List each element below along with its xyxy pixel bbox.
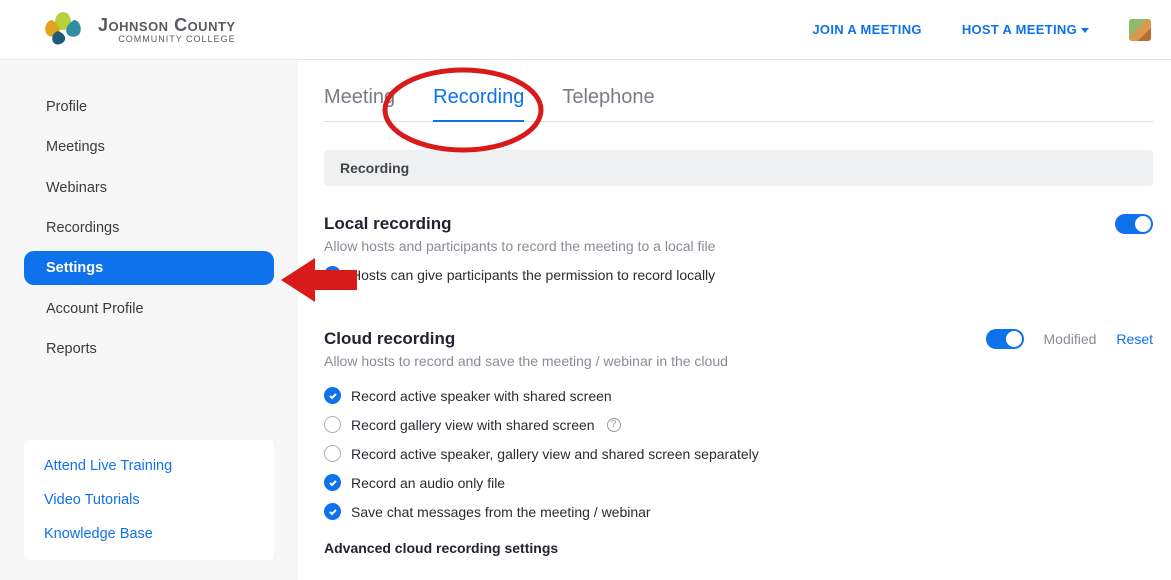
help-link-live-training[interactable]: Attend Live Training (44, 458, 254, 474)
checkbox-record-separately[interactable] (324, 445, 341, 462)
toggle-cloud-recording[interactable] (986, 329, 1024, 349)
toggle-local-recording[interactable] (1115, 214, 1153, 234)
brand: Johnson County COMMUNITY COLLEGE (38, 10, 236, 50)
sidebar-item-reports[interactable]: Reports (24, 332, 274, 366)
help-link-video-tutorials[interactable]: Video Tutorials (44, 492, 254, 508)
checkbox-label: Save chat messages from the meeting / we… (351, 504, 651, 520)
section-header-recording: Recording (324, 150, 1153, 186)
help-card: Attend Live Training Video Tutorials Kno… (24, 440, 274, 560)
tab-recording[interactable]: Recording (433, 82, 524, 121)
modified-label: Modified (1044, 331, 1097, 347)
cloud-recording-desc: Allow hosts to record and save the meeti… (324, 353, 759, 369)
help-link-knowledge-base[interactable]: Knowledge Base (44, 526, 254, 542)
join-meeting-link[interactable]: JOIN A MEETING (812, 22, 921, 37)
host-meeting-dropdown[interactable]: HOST A MEETING (962, 22, 1089, 37)
avatar[interactable] (1129, 19, 1151, 41)
sidebar-item-webinars[interactable]: Webinars (24, 171, 274, 205)
cloud-recording-title: Cloud recording (324, 329, 759, 349)
tab-telephone[interactable]: Telephone (562, 82, 654, 121)
info-icon[interactable]: ? (607, 418, 621, 432)
setting-local-recording: Local recording Allow hosts and particip… (324, 214, 1153, 283)
reset-link[interactable]: Reset (1116, 331, 1153, 347)
checkbox-label: Record active speaker, gallery view and … (351, 446, 759, 462)
checkbox-record-audio-only[interactable] (324, 474, 341, 491)
settings-tabs: Meeting Recording Telephone (324, 82, 1153, 122)
logo-icon (38, 10, 88, 50)
checkbox-hosts-give-permission[interactable] (324, 266, 341, 283)
tab-meeting[interactable]: Meeting (324, 82, 395, 121)
checkbox-label: Hosts can give participants the permissi… (351, 267, 715, 283)
local-recording-title: Local recording (324, 214, 715, 234)
host-meeting-label: HOST A MEETING (962, 22, 1077, 37)
checkbox-record-gallery-shared[interactable] (324, 416, 341, 433)
checkbox-save-chat[interactable] (324, 503, 341, 520)
sidebar-item-account-profile[interactable]: Account Profile (24, 291, 274, 325)
sidebar-item-profile[interactable]: Profile (24, 90, 274, 124)
main-content: Meeting Recording Telephone Recording Lo… (298, 60, 1171, 580)
sidebar-item-recordings[interactable]: Recordings (24, 211, 274, 245)
app-header: Johnson County COMMUNITY COLLEGE JOIN A … (0, 0, 1171, 60)
brand-title: Johnson County (98, 16, 236, 34)
checkbox-label: Record an audio only file (351, 475, 505, 491)
sidebar-item-settings[interactable]: Settings (24, 251, 274, 285)
chevron-down-icon (1081, 28, 1089, 33)
advanced-cloud-heading: Advanced cloud recording settings (324, 540, 759, 556)
setting-cloud-recording: Cloud recording Allow hosts to record an… (324, 329, 1153, 556)
local-recording-desc: Allow hosts and participants to record t… (324, 238, 715, 254)
checkbox-label: Record gallery view with shared screen (351, 417, 595, 433)
brand-subtitle: COMMUNITY COLLEGE (98, 35, 236, 44)
sidebar-item-meetings[interactable]: Meetings (24, 130, 274, 164)
sidebar: Profile Meetings Webinars Recordings Set… (0, 60, 298, 580)
checkbox-label: Record active speaker with shared screen (351, 388, 612, 404)
checkbox-record-active-speaker-shared[interactable] (324, 387, 341, 404)
